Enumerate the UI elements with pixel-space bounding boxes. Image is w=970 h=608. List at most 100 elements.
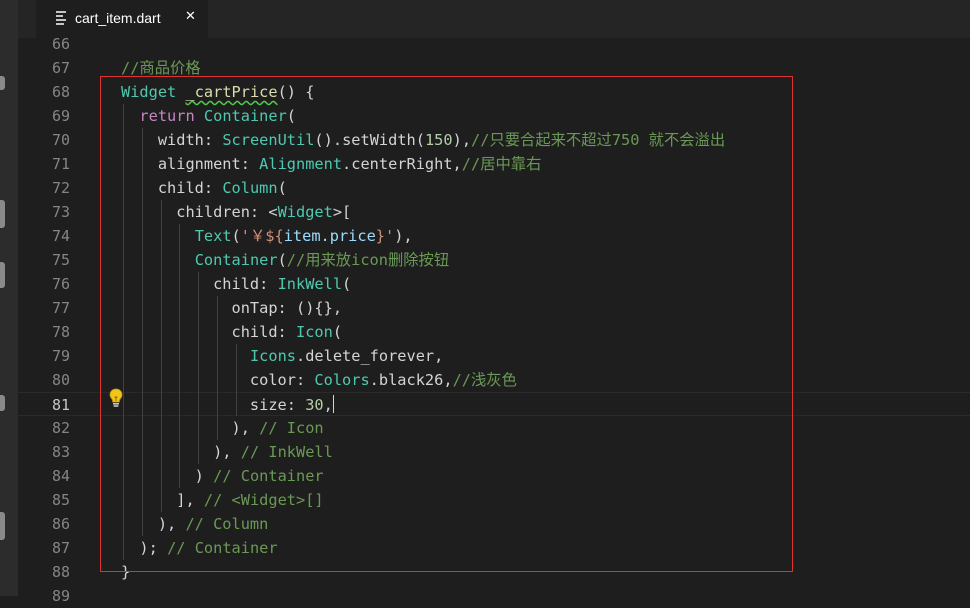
indent-guide — [123, 344, 124, 368]
indent-guide — [123, 104, 124, 128]
indent-guide — [141, 368, 143, 392]
code-text: child: Column( — [121, 176, 287, 200]
code-token: () { — [277, 83, 315, 101]
indent-guide — [216, 320, 218, 344]
line-number: 71 — [51, 155, 70, 173]
code-text: child: Icon( — [121, 320, 343, 344]
code-token: _cartPrice — [185, 83, 278, 101]
code-token: //浅灰色 — [452, 371, 517, 389]
code-token: 150 — [424, 131, 453, 149]
activity-marker — [0, 395, 5, 411]
lightbulb-icon[interactable] — [109, 388, 123, 408]
line-number: 77 — [51, 299, 70, 317]
code-token: ) — [121, 467, 214, 485]
line-number: 83 — [51, 443, 70, 461]
line-number: 67 — [51, 59, 70, 77]
indent-guide — [123, 200, 124, 224]
file-lines-icon — [56, 11, 66, 25]
code-token: .black26, — [369, 371, 453, 389]
code-line[interactable]: 69 return Container( — [18, 104, 970, 128]
close-icon[interactable]: ✕ — [185, 9, 196, 24]
code-token: Widget — [121, 83, 177, 101]
code-token: ( — [415, 131, 425, 149]
indent-guide — [179, 344, 181, 368]
code-line[interactable]: 70 width: ScreenUtil().setWidth(150),//只… — [18, 128, 970, 152]
line-number: 73 — [51, 203, 70, 221]
line-number: 88 — [51, 563, 70, 581]
code-editor[interactable]: 66 67 //商品价格 68 Widget _cartPrice() {69 retu… — [18, 35, 970, 605]
indent-guide — [179, 392, 181, 416]
code-token: // <Widget>[] — [203, 491, 324, 509]
line-number: 70 — [51, 131, 70, 149]
line-number: 66 — [51, 35, 70, 53]
indent-guide — [216, 296, 218, 320]
code-text: onTap: (){}, — [121, 296, 343, 320]
line-number: 80 — [51, 371, 70, 389]
indent-guide — [216, 392, 218, 416]
indent-guide — [198, 272, 200, 296]
code-line[interactable]: 72 child: Column( — [18, 176, 970, 200]
indent-guide — [160, 200, 162, 224]
line-number: 75 — [51, 251, 70, 269]
code-token: // Column — [185, 515, 269, 533]
indent-guide — [123, 440, 124, 464]
indent-guide — [198, 368, 200, 392]
line-number: 72 — [51, 179, 70, 197]
line-number: 81 — [51, 396, 70, 414]
code-text: ), // InkWell — [121, 440, 333, 464]
code-token: //居中靠右 — [461, 155, 542, 173]
indent-guide — [160, 224, 162, 248]
code-token: ( — [332, 323, 343, 341]
code-text: Widget _cartPrice() { — [121, 80, 314, 104]
code-line[interactable]: 66 — [18, 32, 970, 56]
indent-guide — [123, 128, 124, 152]
code-token: child: — [121, 275, 278, 293]
code-token: Text — [194, 227, 232, 245]
code-token: return — [139, 107, 195, 125]
indent-guide — [123, 368, 124, 392]
indent-guide — [179, 272, 181, 296]
code-token: 30 — [305, 396, 324, 414]
code-text: color: Colors.black26,//浅灰色 — [121, 368, 517, 392]
code-token: item.price — [283, 227, 376, 245]
code-line[interactable]: 88} — [18, 560, 970, 584]
indent-guide — [179, 224, 181, 248]
code-text: ) // Container — [121, 464, 324, 488]
code-token: Icons — [249, 347, 296, 365]
line-number: 89 — [51, 587, 70, 605]
indent-guide — [216, 368, 218, 392]
code-token: ( — [277, 179, 287, 197]
code-text: //商品价格 — [121, 56, 201, 80]
indent-guide — [141, 512, 143, 536]
code-text: return Container( — [121, 104, 296, 128]
code-line[interactable]: 89 — [18, 584, 970, 608]
code-line[interactable]: 87 ); // Container — [18, 536, 970, 560]
code-token: ), — [394, 227, 413, 245]
indent-guide — [160, 272, 162, 296]
indent-guide — [141, 272, 143, 296]
indent-guide — [123, 488, 124, 512]
code-token: ScreenUtil — [222, 131, 315, 149]
code-token: (). — [314, 131, 343, 149]
code-line[interactable]: 68 Widget _cartPrice() { — [18, 80, 970, 104]
indent-guide — [123, 320, 124, 344]
code-token: Alignment — [259, 155, 343, 173]
indent-guide — [179, 368, 181, 392]
indent-guide — [141, 176, 143, 200]
code-line[interactable]: 86 ), // Column — [18, 512, 970, 536]
indent-guide — [160, 320, 162, 344]
indent-guide — [160, 392, 162, 416]
indent-guide — [123, 272, 124, 296]
code-token: // Container — [167, 539, 278, 557]
code-token: >[ — [332, 203, 352, 221]
code-text: Icons.delete_forever, — [121, 344, 443, 368]
code-line[interactable]: 71 alignment: Alignment.centerRight,//居中… — [18, 152, 970, 176]
indent-guide — [235, 344, 237, 368]
code-token: ), — [121, 443, 241, 461]
code-line[interactable]: 67 //商品价格 — [18, 56, 970, 80]
indent-guide — [123, 296, 124, 320]
code-text: } — [121, 560, 130, 584]
indent-guide — [216, 416, 218, 440]
code-token: }' — [375, 227, 395, 245]
